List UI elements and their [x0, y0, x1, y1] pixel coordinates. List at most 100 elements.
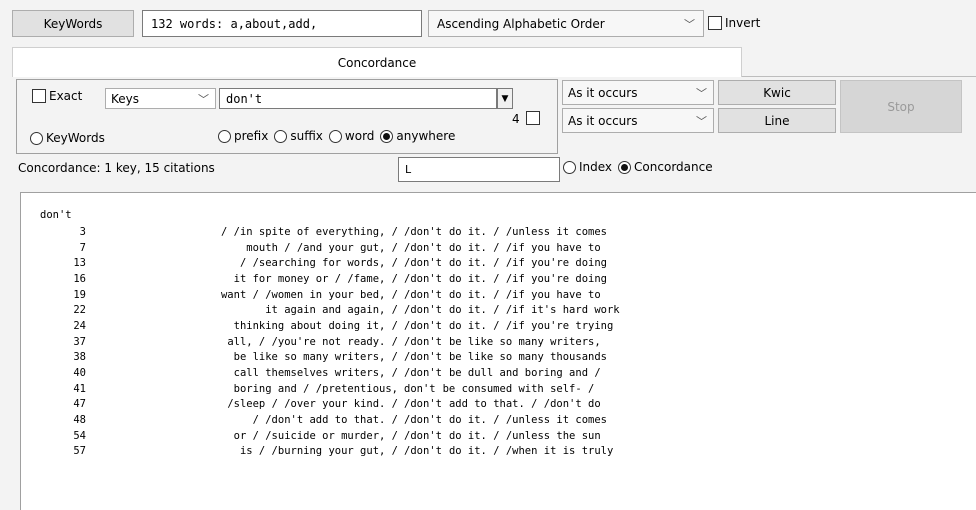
invert-label: Invert: [725, 16, 761, 30]
concordance-row[interactable]: 47/sleep / /over your kind. / /don't add t…: [40, 397, 976, 413]
keyword-hit: /don't: [404, 414, 442, 427]
context-before: / /searching for words, /: [239, 257, 398, 270]
concordance-row[interactable]: 48 / /don't add to that. / /don't do it. / …: [40, 412, 976, 428]
keyword-hit: /don't: [404, 367, 442, 380]
results-list: 3 / /in spite of everything, / /don't do it…: [40, 224, 976, 459]
concordance-label: Concordance: [634, 160, 713, 174]
context-before: it again and again, /: [265, 304, 398, 317]
citation-number: 54: [73, 429, 86, 442]
citation-number: 13: [73, 257, 86, 270]
keywords-radio[interactable]: KeyWords: [30, 131, 105, 145]
tab-concordance-label: Concordance: [337, 55, 417, 70]
tab-concordance[interactable]: Concordance: [12, 47, 742, 77]
kwic-button[interactable]: Kwic: [718, 80, 836, 105]
citation-number: 48: [73, 414, 86, 427]
keyword-hit: /don't: [404, 335, 442, 348]
prefix-radio[interactable]: [218, 129, 231, 143]
citation-number: 41: [73, 382, 86, 395]
search-term-value: don't: [226, 91, 263, 106]
status-summary: Concordance: 1 key, 15 citations: [18, 161, 215, 175]
keywords-radio-circle[interactable]: [30, 131, 43, 145]
concordance-row[interactable]: 54 or / /suicide or murder, / /don't do it.…: [40, 428, 976, 444]
chevron-down-icon: ﹀: [684, 17, 695, 31]
context-before: be like so many writers, /: [233, 351, 398, 364]
search-term-input[interactable]: don't: [219, 88, 497, 109]
keyword-hit: /don't: [404, 225, 442, 238]
order-select-2-value: As it occurs: [568, 113, 638, 128]
prefix-label: prefix: [234, 129, 269, 143]
invert-checkbox[interactable]: Invert: [708, 16, 760, 30]
filter-input[interactable]: L: [398, 157, 560, 182]
context-before: want / /women in your bed, /: [220, 288, 398, 301]
context-after: be like so many thousands: [448, 351, 607, 364]
keyword-hit: /don't: [404, 445, 442, 458]
concordance-radio[interactable]: [618, 160, 632, 174]
context-after: do it. / /unless the sun: [448, 429, 601, 442]
suffix-radio[interactable]: [274, 129, 288, 143]
citation-number: 24: [73, 319, 86, 332]
index-radio[interactable]: [563, 160, 576, 174]
concordance-row[interactable]: 40 call themselves writers, / /don't be dul…: [40, 365, 976, 381]
concordance-row[interactable]: 24 thinking about doing it, / /don't do it.…: [40, 318, 976, 334]
anywhere-radio[interactable]: [380, 129, 394, 143]
stop-button[interactable]: Stop: [840, 80, 962, 133]
keys-select[interactable]: Keys ﹀: [105, 88, 216, 109]
citation-number: 7: [79, 241, 86, 254]
concordance-row[interactable]: 16 it for money or / /fame, / /don't do it.…: [40, 271, 976, 287]
context-before: call themselves writers, /: [233, 367, 398, 380]
context-before: /sleep / /over your kind. /: [227, 398, 398, 411]
concordance-row[interactable]: 13 / /searching for words, / /don't do it. …: [40, 255, 976, 271]
filter-value: L: [405, 163, 412, 176]
keyword-hit: don't: [404, 382, 436, 395]
citation-number: 38: [73, 351, 86, 364]
concordance-row[interactable]: 22 it again and again, / /don't do it. / /i…: [40, 302, 976, 318]
context-before: or / /suicide or murder, /: [233, 429, 398, 442]
words-field[interactable]: 132 words: a,about,add,: [142, 10, 422, 37]
match-mode-radios: prefix suffix word anywhere: [218, 129, 455, 143]
concordance-row[interactable]: 19 want / /women in your bed, / /don't do i…: [40, 287, 976, 303]
context-before: mouth / /and your gut, /: [246, 241, 398, 254]
order-select-2[interactable]: As it occurs ﹀: [562, 108, 714, 133]
word-radio[interactable]: [328, 129, 342, 143]
context-before: / /don't add to that. /: [252, 414, 398, 427]
exact-label: Exact: [49, 89, 83, 103]
order-select-1[interactable]: As it occurs ﹀: [562, 80, 714, 105]
sort-order-select[interactable]: Ascending Alphabetic Order ﹀: [428, 10, 704, 37]
exact-checkbox[interactable]: Exact: [32, 89, 82, 103]
line-button[interactable]: Line: [718, 108, 836, 133]
keywords-button[interactable]: KeyWords: [12, 10, 134, 37]
count-label: 4: [512, 112, 520, 126]
index-label: Index: [579, 160, 613, 174]
context-before: is / /burning your gut, /: [239, 445, 398, 458]
concordance-row[interactable]: 7 mouth / /and your gut, / /don't do it. / …: [40, 240, 976, 256]
context-after: do it. / /if you're doing: [448, 272, 607, 285]
count-checkbox[interactable]: [526, 111, 540, 125]
citation-number: 57: [73, 445, 86, 458]
results-key: don't: [40, 209, 72, 221]
keyword-hit: /don't: [404, 288, 442, 301]
context-after: be dull and boring and /: [448, 367, 601, 380]
citation-number: 47: [73, 398, 86, 411]
concordance-row[interactable]: 38 be like so many writers, / /don't be lik…: [40, 350, 976, 366]
concordance-row[interactable]: 37 all, / /you're not ready. / /don't be li…: [40, 334, 976, 350]
concordance-row[interactable]: 41 boring and / /pretentious, don't be cons…: [40, 381, 976, 397]
search-dropdown-button[interactable]: ▼: [497, 88, 513, 109]
words-field-text: 132 words: a,about,add,: [151, 16, 318, 31]
keyword-hit: /don't: [404, 398, 442, 411]
chevron-down-icon: ﹀: [198, 92, 209, 106]
context-before: all, / /you're not ready. /: [227, 335, 398, 348]
context-after: do it. / /if it's hard work: [448, 304, 620, 317]
results-pane[interactable]: don't 3 / /in spite of everything, / /don'…: [20, 192, 976, 510]
citation-number: 3: [79, 225, 86, 238]
keyword-hit: /don't: [404, 304, 442, 317]
exact-checkbox-box[interactable]: [32, 89, 46, 103]
chevron-down-icon: ﹀: [696, 86, 707, 100]
concordance-row[interactable]: 3 / /in spite of everything, / /don't do it…: [40, 224, 976, 240]
citation-number: 22: [73, 304, 86, 317]
context-before: it for money or / /fame, /: [233, 272, 398, 285]
invert-checkbox-box[interactable]: [708, 16, 722, 30]
dropdown-arrow-icon: ▼: [501, 93, 509, 104]
concordance-row[interactable]: 57 is / /burning your gut, / /don't do it. …: [40, 444, 976, 460]
context-after: do it. / /if you have to: [448, 288, 601, 301]
citation-number: 37: [73, 335, 86, 348]
